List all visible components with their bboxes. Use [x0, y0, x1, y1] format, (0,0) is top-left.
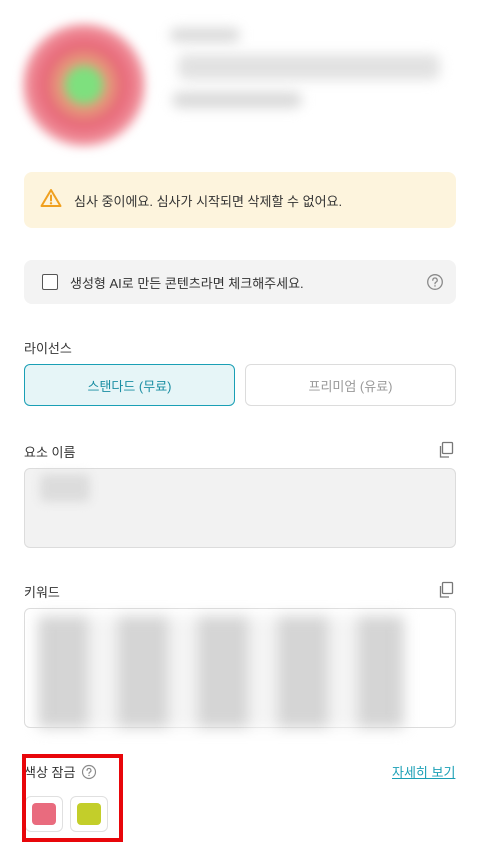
copy-icon[interactable] [437, 441, 455, 464]
highlight-box [22, 754, 123, 842]
element-name-label: 요소 이름 [24, 445, 76, 460]
thumbnail-preview [20, 20, 148, 150]
details-link[interactable]: 자세히 보기 [392, 762, 455, 781]
warning-icon [40, 188, 62, 213]
element-name-blurred-value [40, 474, 90, 502]
review-notice-text: 심사 중이에요. 심사가 시작되면 삭제할 수 없어요. [74, 193, 343, 209]
license-label: 라이선스 [24, 341, 72, 356]
license-premium-button[interactable]: 프리미엄 (유료) [245, 364, 456, 406]
copy-icon[interactable] [437, 581, 455, 604]
keywords-label: 키워드 [24, 585, 60, 600]
blurred-title [170, 28, 240, 42]
ai-content-checkbox[interactable] [42, 274, 58, 290]
blurred-description [178, 54, 440, 80]
ai-content-row: 생성형 AI로 만든 콘텐츠라면 체크해주세요. [24, 260, 456, 304]
review-notice: 심사 중이에요. 심사가 시작되면 삭제할 수 없어요. [24, 172, 456, 228]
question-icon[interactable] [426, 273, 444, 296]
blurred-meta [172, 92, 302, 108]
keywords-blurred-value [38, 616, 404, 728]
ai-content-label[interactable]: 생성형 AI로 만든 콘텐츠라면 체크해주세요. [70, 273, 304, 292]
license-standard-button[interactable]: 스탠다드 (무료) [24, 364, 235, 406]
